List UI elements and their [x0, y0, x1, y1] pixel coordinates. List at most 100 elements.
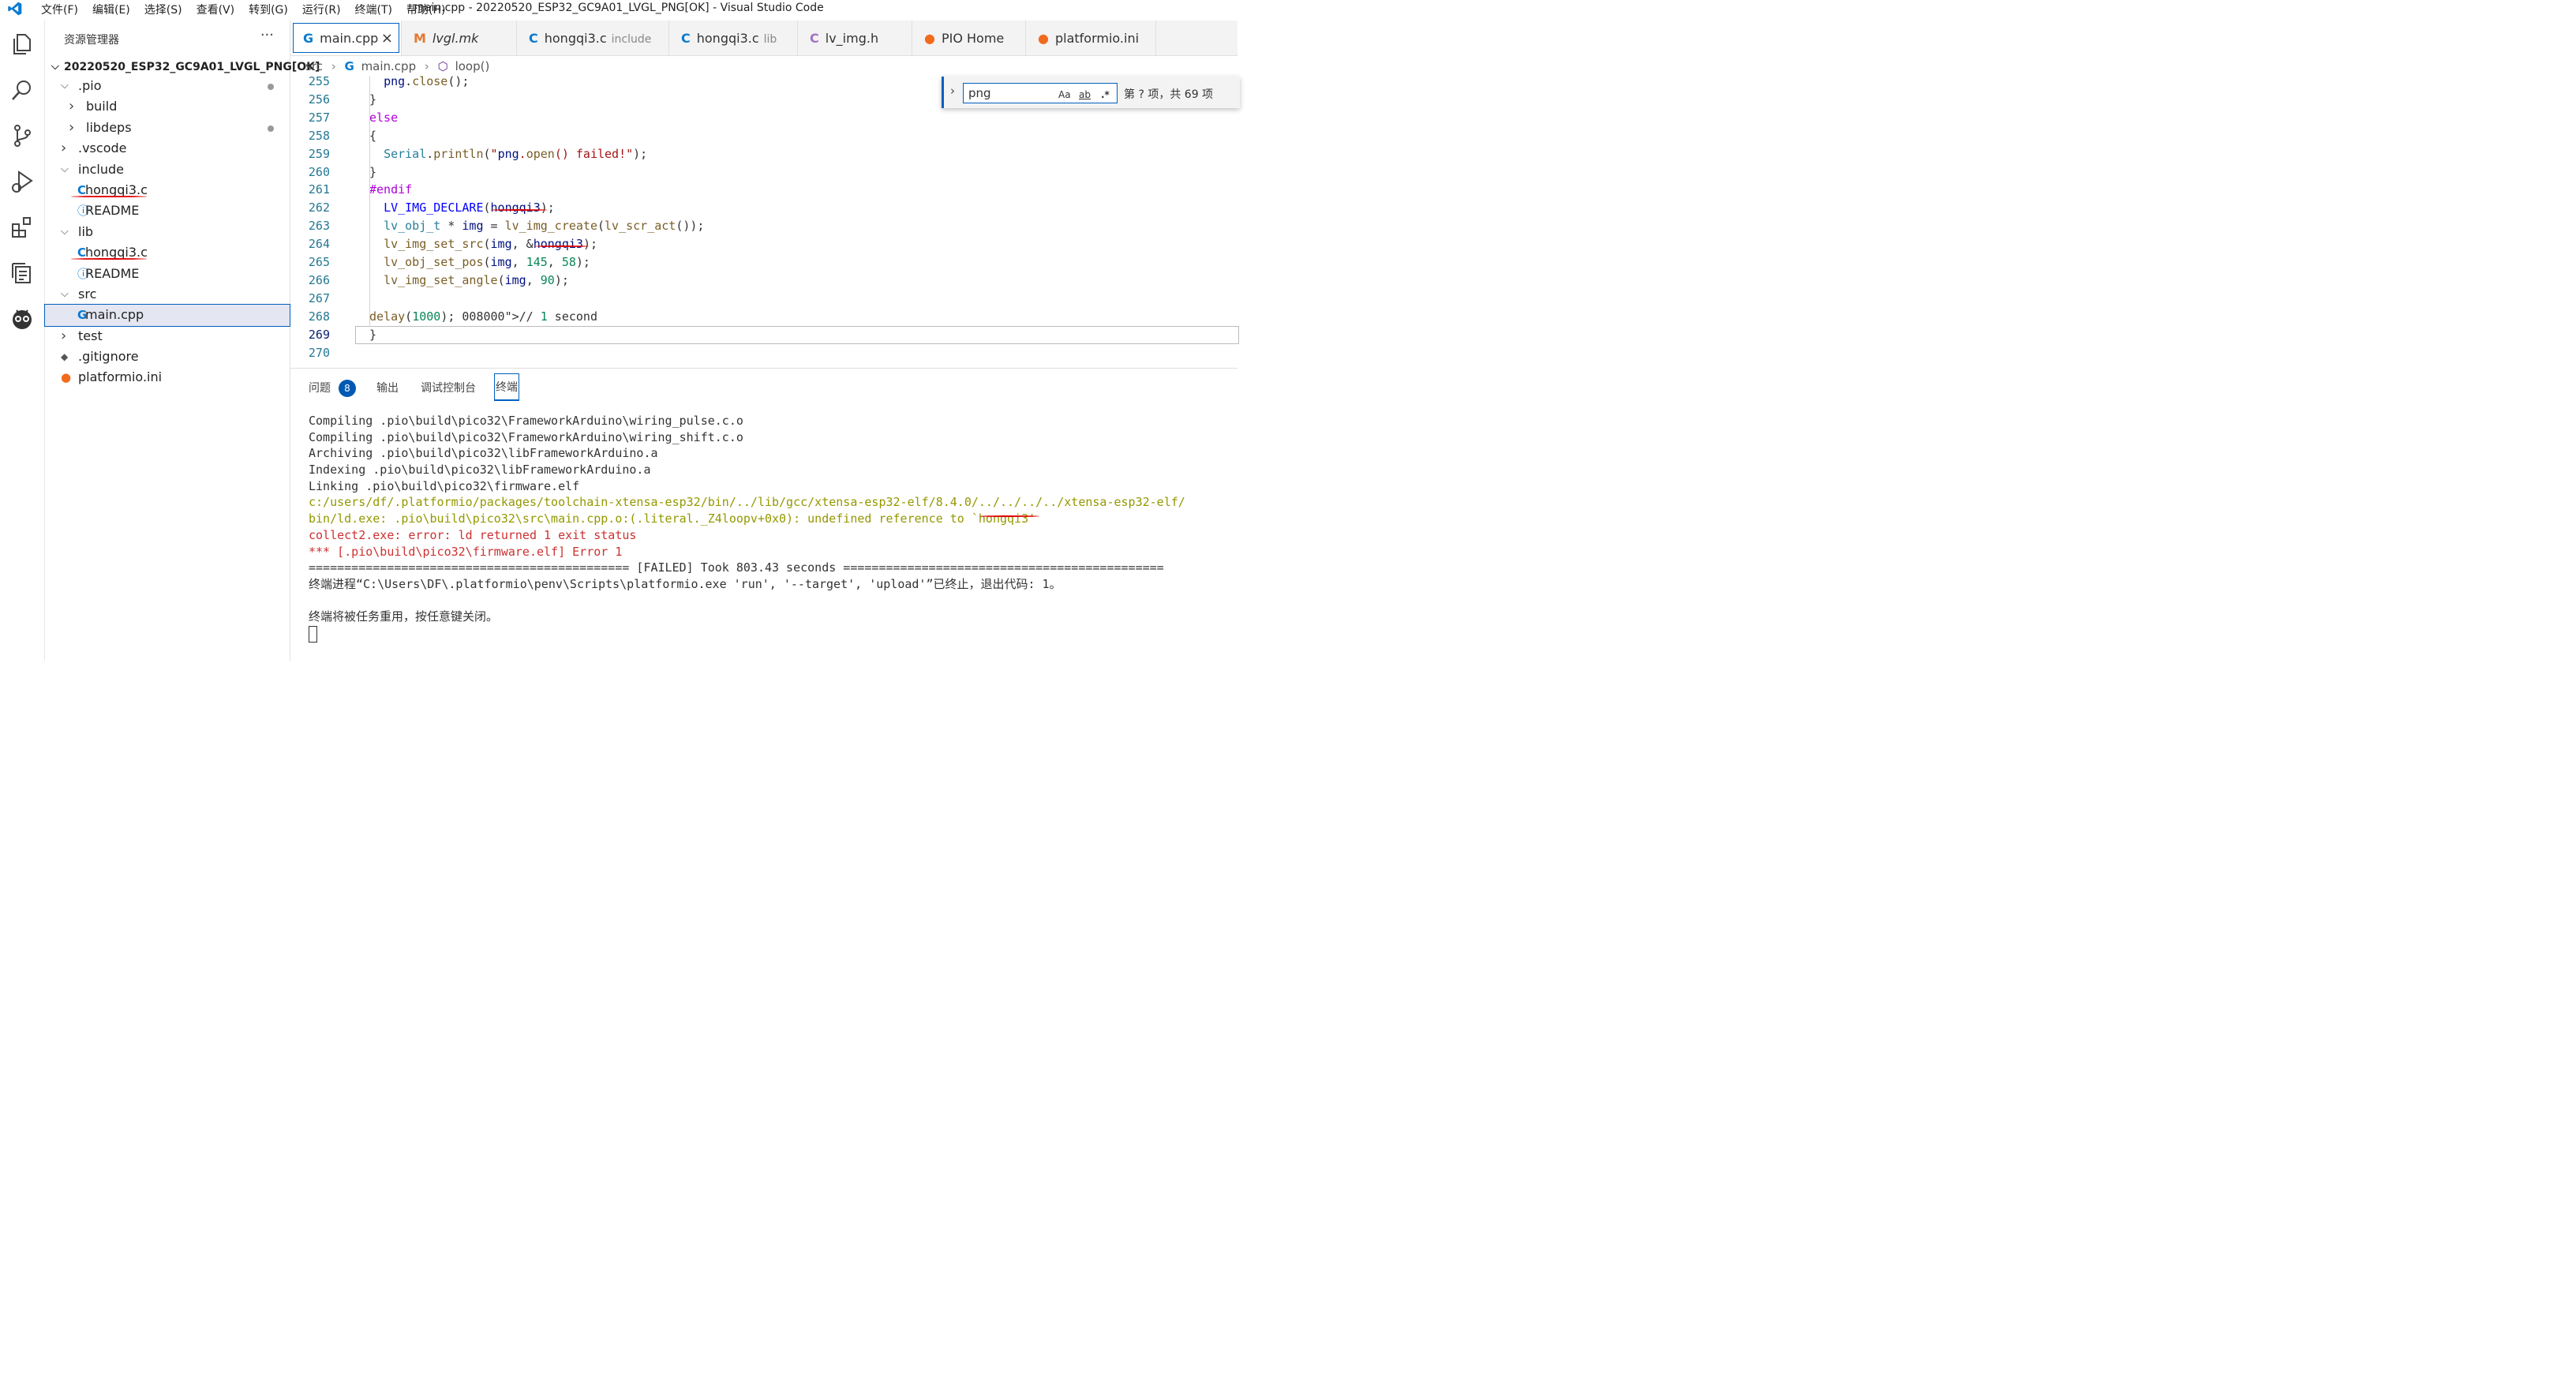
tree-item[interactable]: ● platformio.ini: [45, 367, 290, 388]
terminal-line: Linking .pio\build\pico32\firmware.elf: [309, 478, 580, 493]
tree-item[interactable]: Chongqi3.c: [45, 180, 290, 200]
tree-item[interactable]: ⌵ lib: [45, 222, 290, 242]
code-line: 268 delay(1000); 008000">// 1 second: [290, 308, 1237, 326]
tab-file-icon: ●: [1038, 31, 1049, 46]
tree-item[interactable]: Gmain.cpp: [44, 304, 290, 327]
tab-platformio-ini[interactable]: ● platformio.ini: [1025, 21, 1156, 55]
project-folder[interactable]: ⌵ 20220520_ESP32_GC9A01_LVGL_PNG[OK]: [45, 57, 320, 77]
tab-main-cpp[interactable]: Gmain.cpp ×: [290, 21, 402, 55]
tab-problems[interactable]: 问题 8: [309, 380, 356, 397]
git-icon: ◆: [61, 351, 69, 363]
tab-hongqi3-c[interactable]: Chongqi3.c lib: [668, 21, 798, 55]
tab-hongqi3-c[interactable]: Chongqi3.c include: [516, 21, 669, 55]
tab-terminal[interactable]: 终端: [494, 373, 519, 401]
tab-output[interactable]: 输出: [376, 380, 399, 395]
tree-item[interactable]: ⌵ src: [45, 284, 290, 305]
tree-item-label: test: [78, 328, 103, 343]
match-case-icon[interactable]: Aa: [1058, 85, 1071, 104]
modified-dot-icon: [268, 125, 274, 132]
activity-bar: [0, 21, 45, 661]
find-widget: › png Aa ab .* 第 ? 项，共 69 项: [942, 77, 1240, 108]
tab-pio-home[interactable]: ● PIO Home: [912, 21, 1026, 55]
toggle-replace-icon[interactable]: ›: [950, 84, 955, 98]
tab-label: hongqi3.c: [696, 31, 759, 46]
terminal-line: ========================================…: [309, 560, 1164, 575]
extensions-icon[interactable]: [9, 215, 35, 240]
red-annotation-underline: [535, 245, 589, 247]
tab-label: platformio.ini: [1054, 31, 1140, 46]
explorer-icon[interactable]: [9, 32, 35, 57]
tree-item[interactable]: › test: [45, 326, 290, 347]
project-folder-label: 20220520_ESP32_GC9A01_LVGL_PNG[OK]: [64, 61, 320, 73]
tree-item-label: hongqi3.c: [85, 182, 148, 197]
tree-item[interactable]: Chongqi3.c: [45, 242, 290, 263]
tree-item[interactable]: ◆ .gitignore: [45, 347, 290, 367]
chevron-right-icon: ›: [61, 140, 67, 157]
tab-file-icon: ●: [924, 31, 935, 46]
tree-item[interactable]: ⌵ include: [45, 159, 290, 180]
breadcrumb-src[interactable]: src: [305, 59, 323, 73]
close-icon[interactable]: ×: [381, 21, 393, 57]
line-number: 264: [308, 237, 330, 252]
search-icon[interactable]: [9, 77, 35, 103]
code-line: 260}: [290, 163, 1237, 182]
match-whole-word-icon[interactable]: ab: [1079, 85, 1091, 104]
more-actions-icon[interactable]: ···: [260, 27, 274, 43]
tab-debug-console[interactable]: 调试控制台: [421, 380, 476, 395]
tab-path-hint: lib: [763, 33, 777, 46]
tree-item-label: hongqi3.c: [85, 245, 148, 260]
indent-guide: [369, 76, 370, 327]
terminal-line: 终端将被任务重用，按任意键关闭。: [309, 609, 499, 624]
line-text: lv_img_set_src(img, &hongqi3);: [384, 237, 597, 252]
tree-item[interactable]: ⓘ README: [45, 200, 290, 221]
chevron-right-icon: ›: [69, 118, 75, 136]
line-text: {: [369, 128, 377, 143]
tree-item[interactable]: ⓘ README: [45, 264, 290, 284]
code-line: 270: [290, 344, 1237, 362]
chevron-down-icon: ⌵: [61, 80, 69, 92]
editor-tabs: Gmain.cpp × Mlvgl.mk Chongqi3.c include Chong…: [290, 21, 1237, 56]
breadcrumb-file[interactable]: main.cpp: [361, 59, 417, 73]
tab-lv_img-h[interactable]: Clv_img.h: [797, 21, 912, 55]
line-number: 260: [308, 164, 330, 179]
terminal-line: 终端进程“C:\Users\DF\.platformio\penv\Script…: [309, 576, 1061, 591]
line-number: 268: [308, 309, 330, 324]
terminal-line: c:/users/df/.platformio/packages/toolcha…: [309, 495, 1185, 510]
find-input[interactable]: png Aa ab .*: [963, 83, 1118, 103]
tree-item-label: .gitignore: [78, 349, 139, 365]
line-number: 261: [308, 182, 330, 197]
code-editor[interactable]: 255 png.close(); 256} 257 else 258 {259 Seria…: [290, 74, 1239, 365]
code-line: 267: [290, 290, 1237, 308]
line-text: lv_obj_set_pos(img, 145, 58);: [384, 255, 590, 269]
window-title: main.cpp - 20220520_ESP32_GC9A01_LVGL_PN…: [414, 2, 824, 14]
code-line: 263 lv_obj_t * img = lv_img_create(lv_sc…: [290, 217, 1237, 235]
code-line: 269}: [290, 325, 1239, 344]
platformio-icon[interactable]: [9, 306, 35, 332]
tree-item-label: lib: [78, 223, 94, 239]
run-debug-icon[interactable]: [9, 169, 35, 194]
terminal-line: *** [.pio\build\pico32\firmware.elf] Err…: [309, 544, 623, 559]
line-text: lv_img_set_angle(img, 90);: [384, 272, 569, 287]
breadcrumb-symbol[interactable]: loop(): [455, 59, 490, 73]
regex-icon[interactable]: .*: [1101, 85, 1110, 104]
tree-item[interactable]: › build: [45, 96, 290, 117]
line-text: }: [369, 327, 377, 342]
tree-item[interactable]: › libdeps: [45, 118, 290, 138]
chevron-right-icon: ›: [424, 59, 429, 73]
remote-explorer-icon[interactable]: [9, 260, 35, 286]
problems-count-badge: 8: [339, 380, 356, 397]
tree-item[interactable]: ⌵ .pio: [45, 76, 290, 96]
terminal-line: Compiling .pio\build\pico32\FrameworkArd…: [309, 429, 743, 444]
line-text: #endif: [369, 182, 413, 197]
line-number: 266: [308, 272, 330, 287]
terminal-output[interactable]: Compiling .pio\build\pico32\FrameworkArd…: [309, 413, 1185, 643]
tree-item[interactable]: › .vscode: [45, 138, 290, 159]
tree-item-label: README: [85, 265, 140, 281]
source-control-icon[interactable]: [9, 123, 35, 148]
tree-item-label: platformio.ini: [78, 369, 163, 385]
tab-label: lv_img.h: [825, 31, 879, 46]
code-line: 262 LV_IMG_DECLARE(hongqi3);: [290, 199, 1237, 217]
line-text: LV_IMG_DECLARE(hongqi3);: [384, 200, 555, 215]
tab-lvgl-mk[interactable]: Mlvgl.mk: [401, 21, 517, 55]
terminal-cursor: [309, 625, 317, 643]
